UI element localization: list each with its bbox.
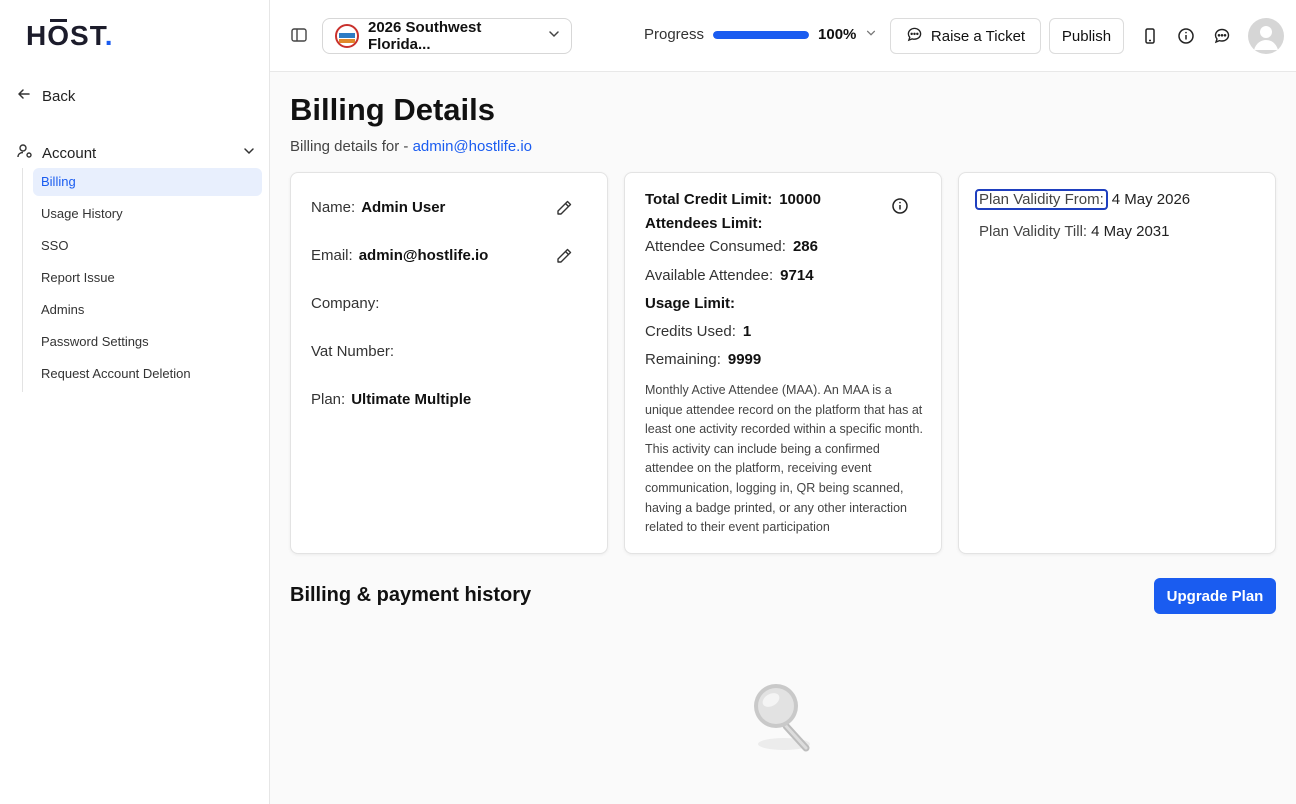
plan-validity-from-value: 4 May 2026 <box>1111 191 1191 208</box>
credits-used-value: 1 <box>742 323 752 340</box>
subtitle-email-link[interactable]: admin@hostlife.io <box>413 138 532 155</box>
sidebar-item-request-account-deletion[interactable]: Request Account Deletion <box>33 360 262 388</box>
name-label: Name: <box>311 199 356 216</box>
sidebar-item-sso[interactable]: SSO <box>33 232 262 260</box>
raise-ticket-label: Raise a Ticket <box>930 27 1026 45</box>
plan-validity-card: Plan Validity From: 4 May 2026 Plan Vali… <box>958 172 1276 554</box>
account-section-label: Account <box>42 144 97 162</box>
company-row: Company: <box>311 295 385 312</box>
vat-label: Vat Number: <box>311 343 395 360</box>
name-row: Name: Admin User <box>311 199 445 216</box>
available-attendee-value: 9714 <box>780 267 814 284</box>
event-logo-icon <box>335 24 359 48</box>
event-name: 2026 Southwest Florida... <box>368 19 482 53</box>
edit-email-pencil-icon[interactable] <box>555 247 573 265</box>
usage-limit-label: Usage Limit: <box>645 295 736 312</box>
publish-button[interactable]: Publish <box>1049 18 1124 54</box>
total-credit-value: 10000 <box>779 191 821 208</box>
logo-letters-st: ST <box>70 20 105 51</box>
sidebar-item-billing[interactable]: Billing <box>33 168 262 196</box>
attendee-consumed-label: Attendee Consumed: <box>645 238 786 255</box>
sidebar-item-password-settings[interactable]: Password Settings <box>33 328 262 356</box>
usage-limit-row: Usage Limit: <box>645 295 735 312</box>
sidebar-item-usage-history[interactable]: Usage History <box>33 200 262 228</box>
edit-name-pencil-icon[interactable] <box>555 199 573 217</box>
billing-history-title: Billing & payment history <box>290 584 532 606</box>
back-link[interactable]: Back <box>16 86 75 106</box>
plan-label: Plan: <box>311 391 346 408</box>
arrow-left-icon <box>16 86 32 106</box>
plan-validity-till-value: 4 May 2031 <box>1091 223 1170 240</box>
account-section-toggle[interactable]: Account <box>16 142 256 164</box>
total-credit-row: Total Credit Limit: 10000 <box>645 191 821 208</box>
sidebar-item-admins[interactable]: Admins <box>33 296 262 324</box>
chevron-down-icon <box>865 26 877 43</box>
attendee-consumed-value: 286 <box>792 238 818 255</box>
email-label: Email: <box>311 247 353 264</box>
account-nav: Billing Usage History SSO Report Issue A… <box>22 168 262 392</box>
raise-ticket-button[interactable]: Raise a Ticket <box>890 18 1041 54</box>
vat-row: Vat Number: <box>311 343 400 360</box>
name-value: Admin User <box>361 199 446 216</box>
upgrade-plan-button[interactable]: Upgrade Plan <box>1154 578 1276 614</box>
host-logo[interactable]: HOST. <box>26 20 113 52</box>
plan-value: Ultimate Multiple <box>351 391 472 408</box>
plan-validity-till-label: Plan Validity Till: <box>979 223 1088 240</box>
page-title: Billing Details <box>290 92 495 127</box>
chevron-down-icon <box>547 27 561 45</box>
progress-percent: 100% <box>818 26 857 43</box>
available-attendee-row: Available Attendee: 9714 <box>645 267 814 284</box>
page-subtitle: Billing details for - admin@hostlife.io <box>290 138 532 155</box>
plan-validity-from-label: Plan Validity From: <box>975 189 1108 210</box>
sidebar-item-report-issue[interactable]: Report Issue <box>33 264 262 292</box>
plan-validity-from-row: Plan Validity From: 4 May 2026 <box>975 189 1191 210</box>
remaining-label: Remaining: <box>645 351 721 368</box>
company-label: Company: <box>311 295 380 312</box>
user-settings-icon <box>16 142 34 164</box>
topbar: 2026 Southwest Florida... Progress 100% … <box>270 0 1296 72</box>
progress-indicator[interactable]: Progress 100% <box>644 26 877 43</box>
logo-letter-h: H <box>26 20 48 51</box>
email-row: Email: admin@hostlife.io <box>311 247 488 264</box>
chat-bubble-icon <box>906 26 923 47</box>
credits-card: Total Credit Limit: 10000 Attendees Limi… <box>624 172 942 554</box>
sidebar-toggle-icon[interactable] <box>290 26 308 49</box>
empty-state-magnifier-icon <box>750 676 816 763</box>
user-avatar-icon[interactable] <box>1248 18 1284 54</box>
logo-letter-o: O <box>47 20 71 51</box>
subtitle-prefix: Billing details for - <box>290 138 413 155</box>
info-icon[interactable] <box>891 197 909 220</box>
attendee-consumed-row: Attendee Consumed: 286 <box>645 238 818 255</box>
total-credit-label: Total Credit Limit: <box>645 191 773 208</box>
chat-icon[interactable] <box>1212 26 1232 46</box>
event-selector[interactable]: 2026 Southwest Florida... <box>322 18 572 54</box>
sidebar: HOST. Back Account Billing Usage History… <box>0 0 270 804</box>
remaining-value: 9999 <box>727 351 762 368</box>
plan-validity-till-row: Plan Validity Till: 4 May 2031 <box>979 223 1170 240</box>
logo-dot: . <box>104 20 114 51</box>
progress-bar <box>713 30 810 39</box>
remaining-row: Remaining: 9999 <box>645 351 761 368</box>
attendees-limit-label: Attendees Limit: <box>645 215 763 232</box>
attendees-limit-row: Attendees Limit: <box>645 215 763 232</box>
profile-card: Name: Admin User Email: admin@hostlife.i… <box>290 172 608 554</box>
credits-used-row: Credits Used: 1 <box>645 323 751 340</box>
progress-bar-fill <box>713 30 810 39</box>
email-value: admin@hostlife.io <box>358 247 489 264</box>
mobile-icon[interactable] <box>1140 26 1160 46</box>
credits-used-label: Credits Used: <box>645 323 736 340</box>
info-icon[interactable] <box>1176 26 1196 46</box>
available-attendee-label: Available Attendee: <box>645 267 774 284</box>
progress-label: Progress <box>644 26 705 43</box>
plan-row: Plan: Ultimate Multiple <box>311 391 471 408</box>
maa-note: Monthly Active Attendee (MAA). An MAA is… <box>645 383 923 535</box>
chevron-down-icon <box>242 144 256 162</box>
back-label: Back <box>42 87 76 105</box>
